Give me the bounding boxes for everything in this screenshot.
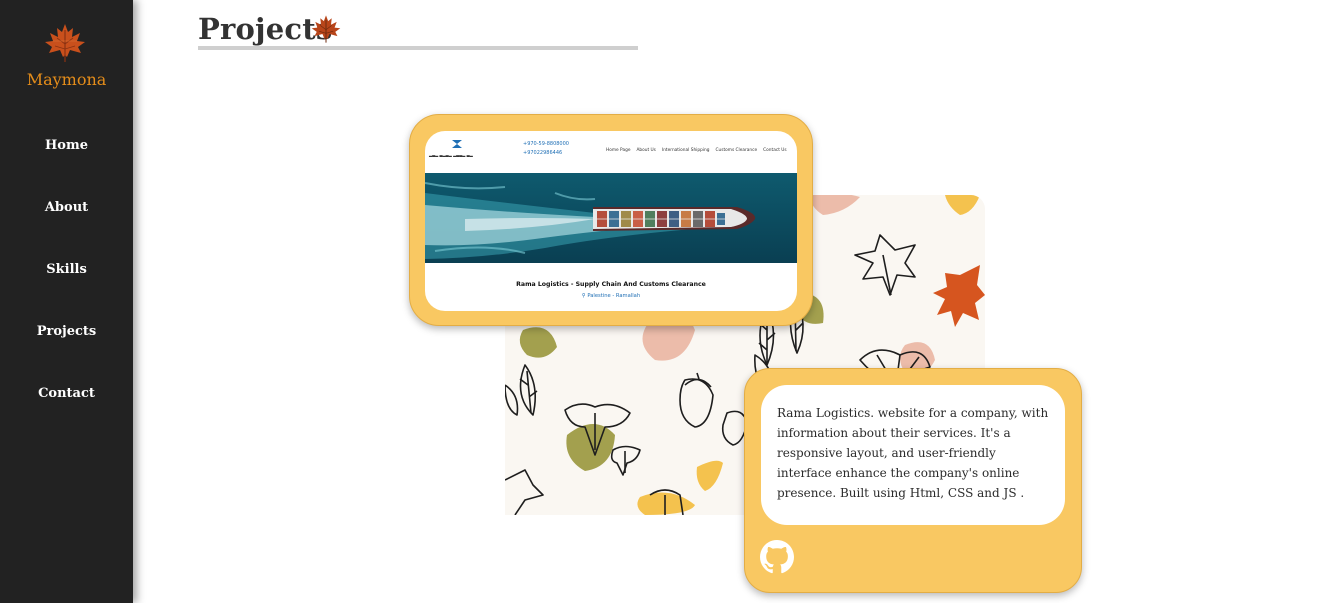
nav-projects[interactable]: Projects: [0, 324, 133, 339]
screenshot-location: ⚲ Palestine - Ramallah: [425, 293, 797, 299]
brand-name[interactable]: Maymona: [0, 70, 133, 89]
project-screenshot: ▂▃▂ ▃▂▃▂ ▂▃▃▂ ▃▂ +970-59-8808000 +970229…: [425, 131, 797, 311]
nav-contact[interactable]: Contact: [0, 386, 133, 401]
screenshot-caption: Rama Logistics - Supply Chain And Custom…: [516, 281, 706, 288]
github-icon[interactable]: [760, 540, 794, 574]
screenshot-nav-link: About Us: [636, 148, 656, 153]
project-description-card: Rama Logistics. website for a company, w…: [744, 368, 1082, 593]
screenshot-nav-link: Home Page: [606, 148, 631, 153]
project-screenshot-card[interactable]: ▂▃▂ ▃▂▃▂ ▂▃▃▂ ▃▂ +970-59-8808000 +970229…: [409, 114, 813, 326]
screenshot-navbar: ▂▃▂ ▃▂▃▂ ▂▃▃▂ ▃▂ +970-59-8808000 +970229…: [425, 131, 797, 173]
title-underline: [198, 46, 638, 50]
screenshot-hero-image: [425, 173, 797, 263]
nav-about[interactable]: About: [0, 200, 133, 215]
project-description: Rama Logistics. website for a company, w…: [777, 406, 1049, 500]
screenshot-phone: +970-59-8808000: [523, 141, 569, 147]
screenshot-location-text: Palestine - Ramallah: [587, 293, 641, 299]
maple-leaf-icon: [311, 15, 341, 43]
description-box: Rama Logistics. website for a company, w…: [761, 385, 1065, 525]
company-logo-icon: [452, 140, 462, 148]
nav-home[interactable]: Home: [0, 138, 133, 153]
company-logo-text: ▂▃▂ ▃▂▃▂ ▂▃▃▂ ▃▂: [429, 152, 473, 157]
screenshot-nav-link: Customs Clearance: [715, 148, 758, 153]
screenshot-nav-link: International Shipping: [661, 148, 710, 153]
screenshot-nav-links: Home Page About Us International Shippin…: [606, 148, 787, 153]
screenshot-fax: +97022986446: [523, 150, 563, 156]
nav-skills[interactable]: Skills: [0, 262, 133, 277]
screenshot-nav-link: Contact Us: [763, 148, 787, 153]
maple-leaf-icon[interactable]: [43, 22, 87, 64]
sidebar: Maymona Home About Skills Projects Conta…: [0, 0, 133, 603]
